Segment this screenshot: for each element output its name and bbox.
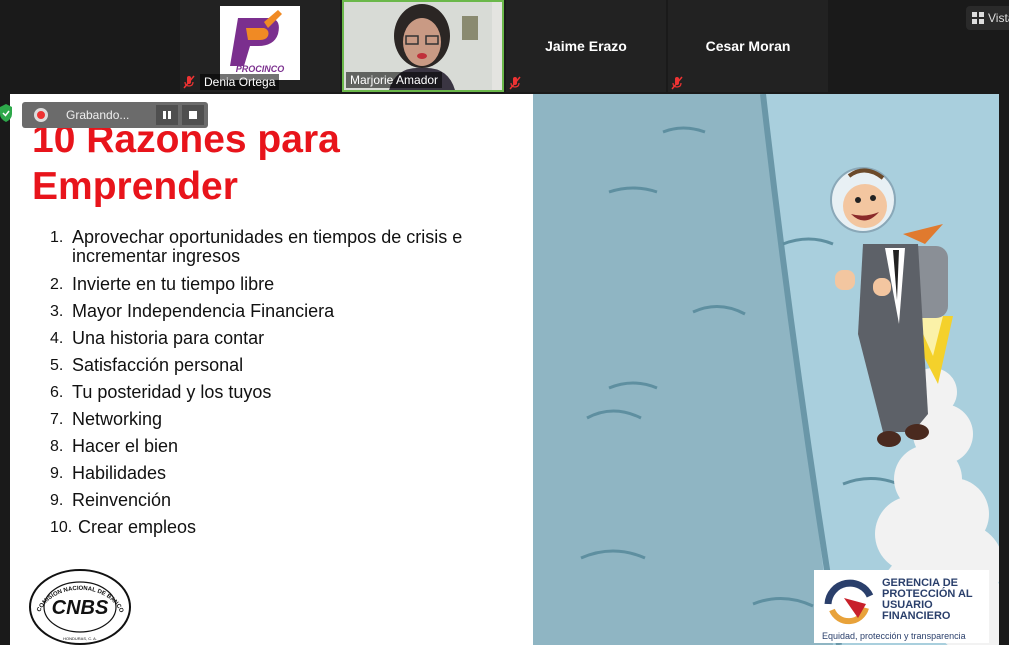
gpuf-tagline: Equidad, protección y transparencia xyxy=(822,631,966,641)
participant-tile-cesar[interactable]: Cesar Moran xyxy=(668,0,828,92)
procinco-logo-text: PROCINCO xyxy=(236,64,285,74)
participant-name-tag xyxy=(670,76,684,90)
jetpack-businessman-illustration xyxy=(533,94,999,645)
participant-display-name: Jaime Erazo xyxy=(545,38,627,54)
participant-name: Denia Ortega xyxy=(200,74,280,90)
participant-name-tag: Denia Ortega xyxy=(182,74,280,90)
pause-icon xyxy=(163,111,171,119)
list-item: 10. Crear empleos xyxy=(50,517,197,537)
stop-recording-button[interactable] xyxy=(182,105,204,125)
participant-tile-denia[interactable]: PROCINCO Denia Ortega xyxy=(180,0,340,92)
mic-off-icon xyxy=(183,75,195,89)
gpuf-emblem xyxy=(824,579,874,625)
view-button-label: Vista xyxy=(988,11,1009,25)
participant-tile-jaime[interactable]: Jaime Erazo xyxy=(506,0,666,92)
list-item: 7. Networking xyxy=(50,409,163,429)
list-item: 2. Invierte en tu tiempo libre xyxy=(50,274,275,294)
list-item: 9. Habilidades xyxy=(50,463,167,483)
gpuf-logo: GERENCIA DE PROTECCIÓN AL USUARIO FINANC… xyxy=(814,570,989,643)
participant-name-tag: Marjorie Amador xyxy=(346,72,443,88)
security-shield-icon xyxy=(0,104,12,122)
participant-name-tag xyxy=(508,76,522,90)
view-button[interactable]: Vista xyxy=(966,6,1009,30)
participant-tile-marjorie[interactable]: Marjorie Amador xyxy=(342,0,504,92)
list-item: 4. Una historia para contar xyxy=(50,328,265,348)
slide-illustration xyxy=(533,94,999,645)
stop-icon xyxy=(189,111,197,119)
cnbs-logo-text: CNBS xyxy=(52,597,109,619)
recording-label: Grabando... xyxy=(66,108,130,122)
pause-recording-button[interactable] xyxy=(156,105,178,125)
shared-slide: 10 Razones para Emprender 1. Aprovechar o… xyxy=(10,94,999,645)
list-item: 5. Satisfacción personal xyxy=(50,355,244,375)
reasons-list: 1. Aprovechar oportunidades en tiempos de… xyxy=(50,228,500,537)
grid-view-icon xyxy=(972,12,984,24)
list-item: 9. Reinvención xyxy=(50,490,172,510)
mic-off-icon xyxy=(671,76,683,90)
participant-name: Marjorie Amador xyxy=(346,72,443,88)
cnbs-logo-sub: HONDURAS, C. A. xyxy=(63,636,97,641)
cnbs-logo: COMISION NACIONAL DE BANCOS Y SEGUROS CN… xyxy=(28,568,131,645)
slide-title: 10 Razones para Emprender xyxy=(32,118,340,208)
list-item: 1. Aprovechar oportunidades en tiempos de… xyxy=(50,227,463,266)
recording-icon xyxy=(34,108,48,122)
meeting-window: PROCINCO Denia Ortega Marjorie Amador Ja… xyxy=(0,0,1009,645)
recording-indicator: Grabando... xyxy=(22,102,208,128)
list-item: 6. Tu posteridad y los tuyos xyxy=(50,382,272,402)
list-item: 8. Hacer el bien xyxy=(50,436,179,456)
gpuf-logo-text: GERENCIA DE PROTECCIÓN AL USUARIO FINANC… xyxy=(882,577,973,622)
participant-display-name: Cesar Moran xyxy=(705,38,791,54)
mic-off-icon xyxy=(509,76,521,90)
list-item: 3. Mayor Independencia Financiera xyxy=(50,301,335,321)
